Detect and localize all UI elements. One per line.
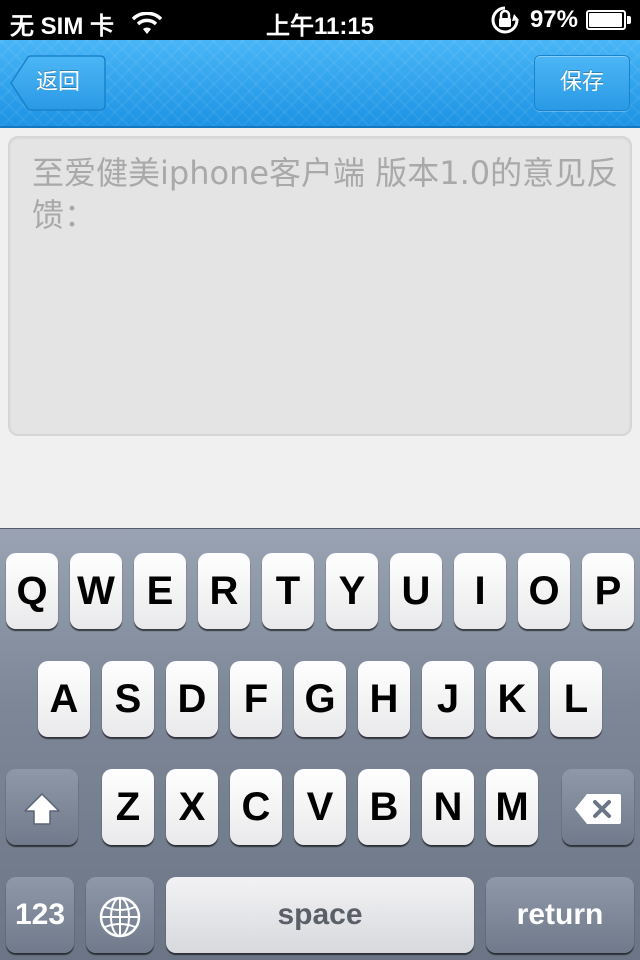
rotation-lock-icon [491, 6, 519, 34]
key-d[interactable]: D [166, 661, 218, 737]
key-b[interactable]: B [358, 769, 410, 845]
key-k[interactable]: K [486, 661, 538, 737]
key-s[interactable]: S [102, 661, 154, 737]
key-c[interactable]: C [230, 769, 282, 845]
key-v[interactable]: V [294, 769, 346, 845]
key-q[interactable]: Q [6, 553, 58, 629]
backspace-key[interactable] [562, 769, 634, 845]
battery-icon [586, 8, 632, 32]
key-n[interactable]: N [422, 769, 474, 845]
key-z[interactable]: Z [102, 769, 154, 845]
key-w[interactable]: W [70, 553, 122, 629]
status-right: 97% [488, 5, 632, 35]
key-u[interactable]: U [390, 553, 442, 629]
key-t[interactable]: T [262, 553, 314, 629]
save-button[interactable]: 保存 [534, 55, 630, 111]
key-y[interactable]: Y [326, 553, 378, 629]
feedback-placeholder: 至爱健美iphone客户端 版本1.0的意见反馈： [32, 154, 619, 234]
space-key[interactable]: space [166, 877, 474, 953]
globe-key[interactable] [86, 877, 154, 953]
back-label: 返回 [36, 70, 81, 95]
key-a[interactable]: A [38, 661, 90, 737]
key-x[interactable]: X [166, 769, 218, 845]
return-key[interactable]: return [486, 877, 634, 953]
key-r[interactable]: R [198, 553, 250, 629]
shift-icon [24, 793, 60, 826]
numbers-key[interactable]: 123 [6, 877, 74, 953]
battery-percent: 97% [529, 6, 578, 33]
key-g[interactable]: G [294, 661, 346, 737]
nav-bar: 返回 保存 [0, 40, 640, 128]
status-bar: 无 SIM 卡 上午11:15 97% [0, 0, 640, 40]
key-l[interactable]: L [550, 661, 602, 737]
key-h[interactable]: H [358, 661, 410, 737]
key-o[interactable]: O [518, 553, 570, 629]
backspace-icon [575, 794, 621, 825]
globe-icon [99, 897, 141, 938]
shift-key[interactable] [6, 769, 78, 845]
key-f[interactable]: F [230, 661, 282, 737]
keyboard: Q W E R T Y U I O P A S D F G H J K L Z … [0, 528, 640, 960]
key-p[interactable]: P [582, 553, 634, 629]
key-j[interactable]: J [422, 661, 474, 737]
battery-fill [589, 13, 622, 27]
feedback-textarea[interactable]: 至爱健美iphone客户端 版本1.0的意见反馈： [8, 136, 632, 436]
key-m[interactable]: M [486, 769, 538, 845]
back-button[interactable]: 返回 [10, 55, 106, 111]
key-e[interactable]: E [134, 553, 186, 629]
key-i[interactable]: I [454, 553, 506, 629]
